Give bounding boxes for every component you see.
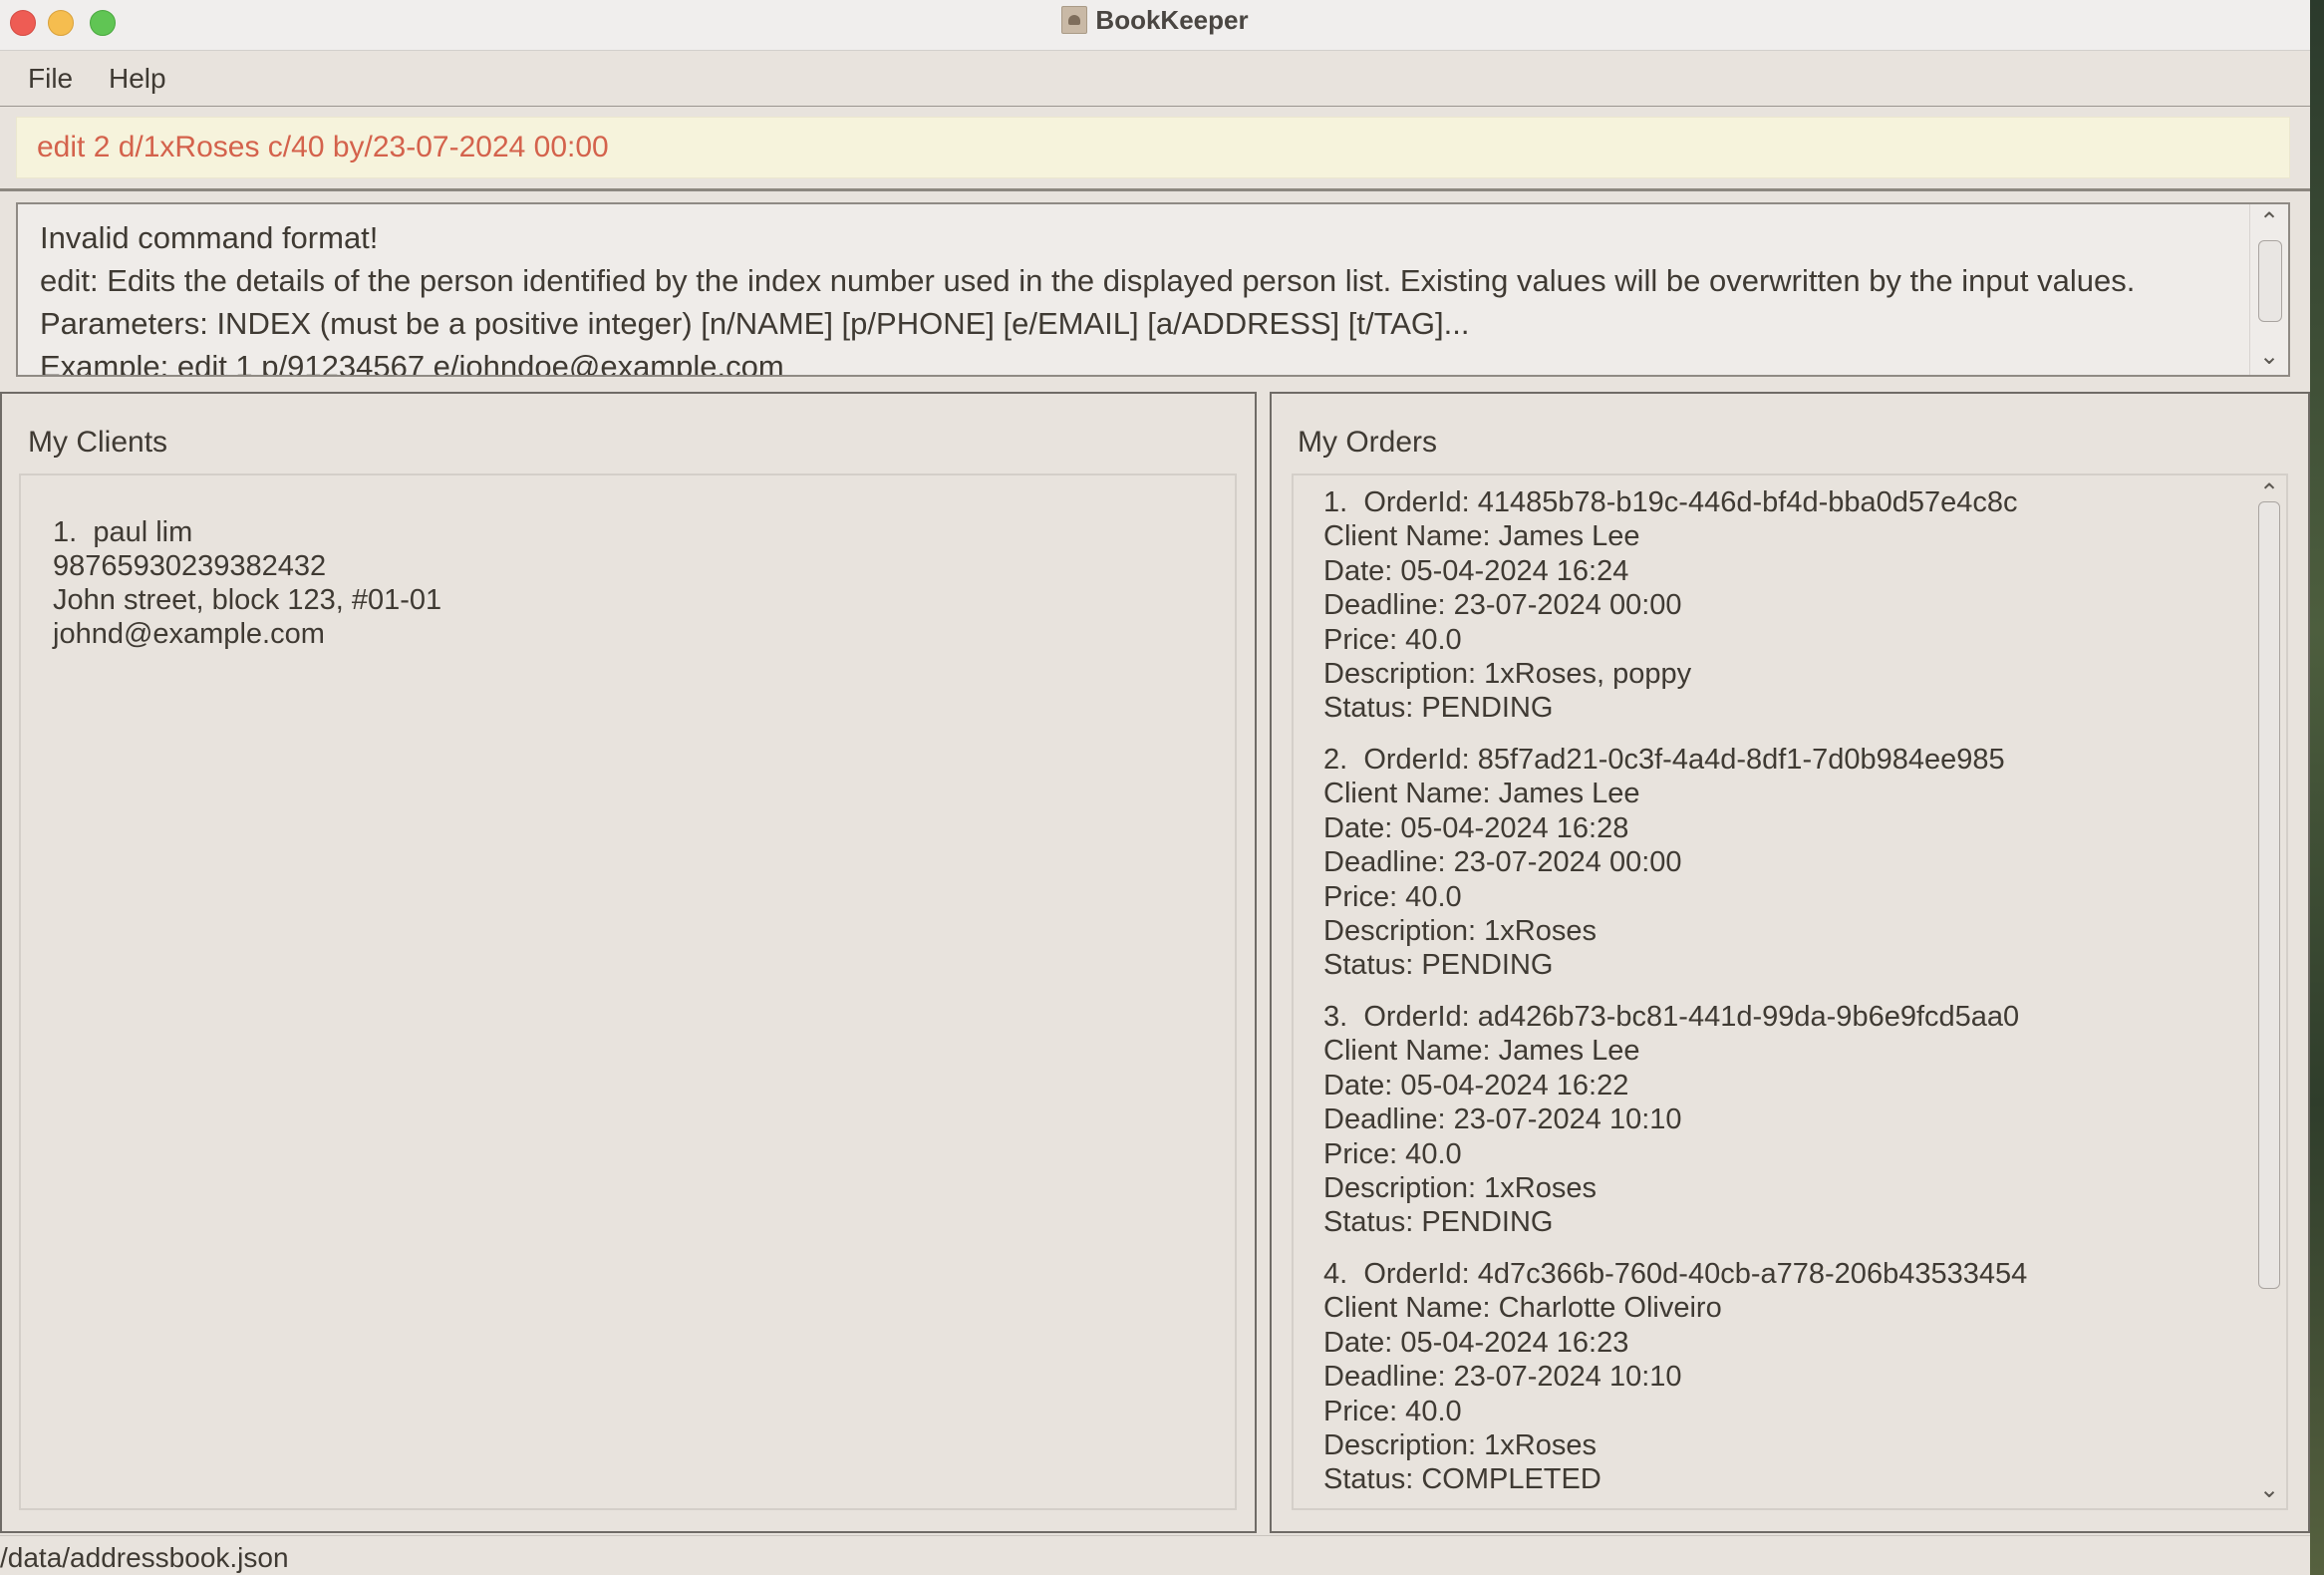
command-input[interactable]: edit 2 d/1xRoses c/40 by/23-07-2024 00:0… <box>16 117 2290 178</box>
title-container: BookKeeper <box>0 0 2310 40</box>
client-index: 1. <box>53 516 78 548</box>
order-deadline: Deadline: 23-07-2024 00:00 <box>1323 846 1682 879</box>
order-date: Date: 05-04-2024 16:22 <box>1323 1069 1629 1102</box>
order-client: Client Name: James Lee <box>1323 1035 1640 1068</box>
window-title: BookKeeper <box>1095 4 1249 35</box>
order-scroll-thumb[interactable] <box>2258 501 2280 1289</box>
client-name-line: 1. paul lim <box>53 515 441 549</box>
order-description: Description: 1xRoses <box>1323 1429 1597 1462</box>
order-id-line: 1. OrderId: 41485b78-b19c-446d-bf4d-bba0… <box>1323 485 2018 519</box>
order-id-line: 2. OrderId: 85f7ad21-0c3f-4a4d-8df1-7d0b… <box>1323 743 2005 777</box>
chevron-down-icon[interactable]: ⌄ <box>2250 345 2288 369</box>
menu-bar: File Help <box>0 51 2310 107</box>
chevron-up-icon[interactable]: ⌃ <box>2250 210 2288 234</box>
app-window: BookKeeper File Help edit 2 d/1xRoses c/… <box>0 0 2310 1575</box>
order-index: 1. <box>1323 486 1348 518</box>
order-deadline: Deadline: 23-07-2024 00:00 <box>1323 589 1682 622</box>
clients-panel: My Clients 1. paul lim 98765930239382432… <box>0 392 1257 1533</box>
client-email: johnd@example.com <box>53 618 325 650</box>
orders-panel: My Orders 1. OrderId: 41485b78-b19c-446d… <box>1270 392 2310 1533</box>
order-id-line: 4. OrderId: 4d7c366b-760d-40cb-a778-206b… <box>1323 1257 2027 1291</box>
order-id: OrderId: 85f7ad21-0c3f-4a4d-8df1-7d0b984… <box>1363 744 2005 776</box>
order-index: 2. <box>1323 744 1348 776</box>
status-bar: /data/addressbook.json <box>0 1535 2310 1575</box>
title-bar: BookKeeper <box>0 0 2310 51</box>
order-description: Description: 1xRoses <box>1323 915 1597 948</box>
result-display: Invalid command format! edit: Edits the … <box>16 202 2290 377</box>
address-book-icon <box>1061 6 1088 34</box>
order-status: Status: COMPLETED <box>1323 1463 1601 1496</box>
orders-panel-title: My Orders <box>1298 426 1438 459</box>
command-box: edit 2 d/1xRoses c/40 by/23-07-2024 00:0… <box>0 107 2310 191</box>
menu-help[interactable]: Help <box>103 61 172 97</box>
order-card[interactable]: 2. OrderId: 85f7ad21-0c3f-4a4d-8df1-7d0b… <box>1323 743 2005 983</box>
order-id: OrderId: 41485b78-b19c-446d-bf4d-bba0d57… <box>1363 486 2018 518</box>
result-line: Parameters: INDEX (must be a positive in… <box>40 306 1470 341</box>
order-date: Date: 05-04-2024 16:24 <box>1323 554 1629 587</box>
order-index: 3. <box>1323 1001 1348 1033</box>
order-id: OrderId: 4d7c366b-760d-40cb-a778-206b435… <box>1363 1258 2028 1290</box>
order-status: Status: PENDING <box>1323 692 1554 725</box>
order-client: Client Name: James Lee <box>1323 520 1640 553</box>
order-date: Date: 05-04-2024 16:28 <box>1323 811 1629 844</box>
order-id: OrderId: ad426b73-bc81-441d-99da-9b6e9fc… <box>1363 1001 2020 1033</box>
chevron-down-icon[interactable]: ⌄ <box>2252 1478 2286 1502</box>
order-deadline: Deadline: 23-07-2024 10:10 <box>1323 1103 1682 1136</box>
desktop-background <box>2310 0 2324 1575</box>
client-address: John street, block 123, #01-01 <box>53 584 442 616</box>
clients-panel-title: My Clients <box>28 426 168 459</box>
order-deadline: Deadline: 23-07-2024 10:10 <box>1323 1361 1682 1394</box>
result-line: edit: Edits the details of the person id… <box>40 263 2136 298</box>
order-card[interactable]: 1. OrderId: 41485b78-b19c-446d-bf4d-bba0… <box>1323 485 2018 726</box>
order-date: Date: 05-04-2024 16:23 <box>1323 1326 1629 1359</box>
order-id-line: 3. OrderId: ad426b73-bc81-441d-99da-9b6e… <box>1323 1000 2019 1034</box>
order-card[interactable]: 3. OrderId: ad426b73-bc81-441d-99da-9b6e… <box>1323 1000 2019 1240</box>
client-card[interactable]: 1. paul lim 98765930239382432 John stree… <box>53 515 441 651</box>
result-text: Invalid command format! edit: Edits the … <box>40 216 2242 377</box>
order-price: Price: 40.0 <box>1323 1395 1462 1427</box>
client-name: paul lim <box>93 516 193 548</box>
order-status: Status: PENDING <box>1323 949 1554 982</box>
order-price: Price: 40.0 <box>1323 1137 1462 1170</box>
order-index: 4. <box>1323 1258 1348 1290</box>
client-list[interactable]: 1. paul lim 98765930239382432 John stree… <box>19 473 1237 1510</box>
order-status: Status: PENDING <box>1323 1206 1554 1239</box>
order-list[interactable]: 1. OrderId: 41485b78-b19c-446d-bf4d-bba0… <box>1292 473 2288 1510</box>
client-phone: 98765930239382432 <box>53 550 327 582</box>
order-card[interactable]: 4. OrderId: 4d7c366b-760d-40cb-a778-206b… <box>1323 1257 2027 1497</box>
data-file-path: /data/addressbook.json <box>0 1542 289 1573</box>
order-client: Client Name: James Lee <box>1323 778 1640 810</box>
order-description: Description: 1xRoses, poppy <box>1323 658 1692 691</box>
order-description: Description: 1xRoses <box>1323 1172 1597 1205</box>
order-price: Price: 40.0 <box>1323 623 1462 656</box>
result-line: Example: edit 1 p/91234567 e/johndoe@exa… <box>40 349 784 377</box>
order-client: Client Name: Charlotte Oliveiro <box>1323 1292 1722 1325</box>
order-price: Price: 40.0 <box>1323 880 1462 913</box>
menu-file[interactable]: File <box>22 61 79 97</box>
result-line: Invalid command format! <box>40 220 379 255</box>
order-list-scrollbar[interactable]: ⌃ ⌄ <box>2252 475 2286 1508</box>
result-scroll-thumb[interactable] <box>2258 240 2282 322</box>
result-scrollbar[interactable]: ⌃ ⌄ <box>2249 204 2288 375</box>
